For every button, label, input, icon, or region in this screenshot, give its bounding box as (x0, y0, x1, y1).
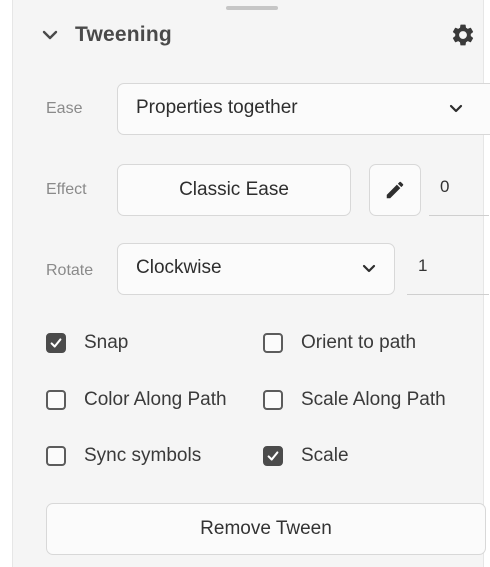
panel-title: Tweening (75, 23, 172, 46)
rotate-count: 1 (418, 256, 428, 275)
effect-value-field[interactable]: 0 (429, 164, 489, 216)
orient-to-path-option[interactable]: Orient to path (263, 330, 483, 360)
ease-dropdown-value: Properties together (136, 97, 298, 118)
color-along-path-label: Color Along Path (84, 389, 227, 410)
pencil-icon (386, 181, 404, 199)
chevron-down-icon (449, 104, 463, 113)
orient-to-path-label: Orient to path (301, 332, 417, 353)
effect-label: Effect (46, 181, 87, 198)
scale-option[interactable]: Scale (263, 443, 463, 473)
scale-along-path-checkbox[interactable] (263, 390, 283, 410)
scale-label: Scale (301, 445, 349, 466)
rotate-label: Rotate (46, 262, 94, 279)
effect-value: 0 (440, 177, 450, 196)
tweening-panel: Tweening Ease Properties together Effect… (12, 0, 490, 567)
sync-symbols-checkbox[interactable] (46, 446, 66, 466)
snap-label: Snap (84, 332, 129, 353)
gear-icon[interactable] (450, 22, 476, 48)
edit-ease-button[interactable] (369, 164, 421, 216)
remove-tween-button[interactable]: Remove Tween (46, 503, 486, 555)
ease-label: Ease (46, 100, 83, 117)
color-along-path-option[interactable]: Color Along Path (46, 387, 256, 417)
scale-checkbox[interactable] (263, 446, 283, 466)
rotate-dropdown[interactable]: Clockwise (117, 243, 395, 295)
chevron-down-icon (362, 264, 376, 273)
drag-handle[interactable] (226, 6, 278, 10)
scale-along-path-label: Scale Along Path (301, 389, 446, 410)
color-along-path-checkbox[interactable] (46, 390, 66, 410)
snap-option[interactable]: Snap (46, 330, 246, 360)
ease-dropdown[interactable]: Properties together (117, 83, 490, 135)
panel-header[interactable]: Tweening (13, 14, 483, 58)
rotate-dropdown-value: Clockwise (136, 257, 222, 278)
sync-symbols-label: Sync symbols (84, 445, 202, 466)
rotate-count-field[interactable]: 1 (407, 243, 489, 295)
effect-button[interactable]: Classic Ease (117, 164, 351, 216)
snap-checkbox[interactable] (46, 333, 66, 353)
scale-along-path-option[interactable]: Scale Along Path (263, 387, 483, 417)
orient-to-path-checkbox[interactable] (263, 333, 283, 353)
sync-symbols-option[interactable]: Sync symbols (46, 443, 246, 473)
chevron-down-icon[interactable] (41, 26, 59, 44)
